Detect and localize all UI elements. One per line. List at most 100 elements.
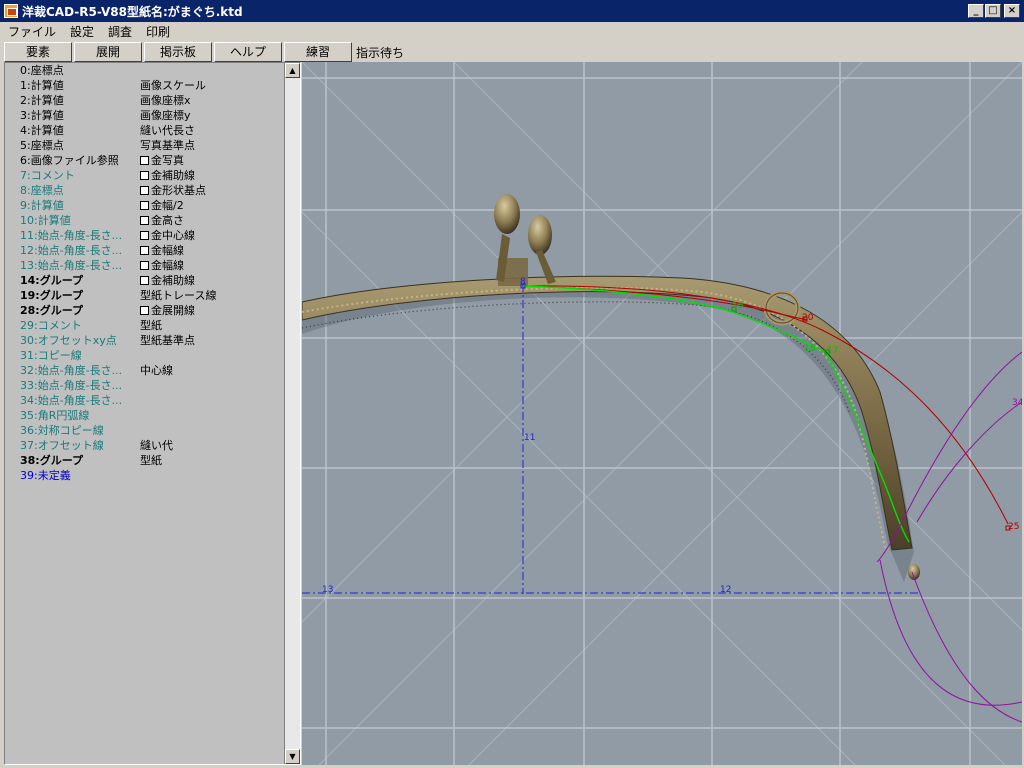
board-button[interactable]: 掲示板 (144, 42, 212, 62)
tree-row-label: 39:未定義 (20, 469, 71, 482)
tree-row-detail: 縫い代長さ (140, 123, 195, 138)
drawing-canvas[interactable]: 8 11 12 13 16 17 18 20 25 34 (302, 62, 1022, 765)
tree-row-label: 4:計算値 (20, 124, 64, 137)
tree-row[interactable]: 5:座標点 写真基準点 (5, 138, 286, 153)
tree-row-label: 29:コメント (20, 319, 82, 332)
tree-row[interactable]: 30:オフセットxy点 型紙基準点 (5, 333, 286, 348)
tree-row-detail-text: 縫い代長さ (140, 124, 195, 137)
tree-row-detail: 縫い代 (140, 438, 173, 453)
menu-settings[interactable]: 設定 (62, 23, 100, 40)
window-controls: _ □ × (968, 4, 1020, 18)
clasp-knob-left (494, 194, 520, 234)
clasp-knob-right (528, 215, 552, 255)
elements-button[interactable]: 要素 (4, 42, 72, 62)
visibility-checkbox[interactable] (140, 261, 149, 270)
help-button[interactable]: ヘルプ (214, 42, 282, 62)
tree-row-label: 31:コピー線 (20, 349, 82, 362)
tree-row[interactable]: 0:座標点 (5, 63, 286, 78)
tree-row[interactable]: 34:始点-角度-長さ... (5, 393, 286, 408)
tree-row[interactable]: 35:角R円弧線 (5, 408, 286, 423)
maximize-button[interactable]: □ (985, 4, 1001, 18)
visibility-checkbox[interactable] (140, 216, 149, 225)
close-button[interactable]: × (1004, 4, 1020, 18)
visibility-checkbox[interactable] (140, 156, 149, 165)
visibility-checkbox[interactable] (140, 246, 149, 255)
tree-row-label: 6:画像ファイル参照 (20, 154, 119, 167)
expand-button[interactable]: 展開 (74, 42, 142, 62)
tree-row[interactable]: 10:計算値 金高さ (5, 213, 286, 228)
tree-row-detail-text: 金補助線 (151, 274, 195, 287)
tree-row[interactable]: 28:グループ 金展開線 (5, 303, 286, 318)
tree-row-detail-text: 画像スケール (140, 79, 206, 92)
tree-row-detail-text: 中心線 (140, 364, 173, 377)
tree-row[interactable]: 32:始点-角度-長さ... 中心線 (5, 363, 286, 378)
tree-row-label: 1:計算値 (20, 79, 64, 92)
canvas-svg[interactable]: 8 11 12 13 16 17 18 20 25 34 (302, 62, 1022, 765)
tree-row-label: 36:対称コピー線 (20, 424, 104, 437)
tree-row[interactable]: 11:始点-角度-長さ... 金中心線 (5, 228, 286, 243)
tree-row-label: 7:コメント (20, 169, 75, 182)
tree-row-detail: 型紙基準点 (140, 333, 195, 348)
tree-row[interactable]: 4:計算値 縫い代長さ (5, 123, 286, 138)
visibility-checkbox[interactable] (140, 201, 149, 210)
tree-row-label: 34:始点-角度-長さ... (20, 394, 123, 407)
tree-scrollbar[interactable]: ▲ ▼ (284, 63, 300, 764)
tree-row-detail: 型紙 (140, 318, 162, 333)
tree-row[interactable]: 3:計算値 画像座標y (5, 108, 286, 123)
tree-row[interactable]: 33:始点-角度-長さ... (5, 378, 286, 393)
tree-row-detail-text: 金写真 (151, 154, 184, 167)
title-bar[interactable]: 洋裁CAD-R5-V88型紙名:がまぐち.ktd _ □ × (0, 0, 1024, 22)
tree-row[interactable]: 36:対称コピー線 (5, 423, 286, 438)
tree-row-detail: 画像スケール (140, 78, 206, 93)
tree-row-detail: 型紙 (140, 453, 162, 468)
label-20: 20 (802, 313, 814, 323)
label-34: 34 (1012, 398, 1022, 408)
scroll-up-button[interactable]: ▲ (285, 63, 300, 78)
tree-row[interactable]: 9:計算値 金幅/2 (5, 198, 286, 213)
tree-row-detail-text: 型紙 (140, 319, 162, 332)
tree-row-detail: 写真基準点 (140, 138, 195, 153)
tree-row[interactable]: 38:グループ 型紙 (5, 453, 286, 468)
app-icon[interactable] (4, 4, 18, 18)
tree-row[interactable]: 1:計算値 画像スケール (5, 78, 286, 93)
label-13: 13 (322, 585, 333, 595)
minimize-button[interactable]: _ (968, 4, 984, 18)
tree-row[interactable]: 7:コメント 金補助線 (5, 168, 286, 183)
menu-file[interactable]: ファイル (0, 23, 62, 40)
tree-row-label: 37:オフセット線 (20, 439, 104, 452)
tree-row[interactable]: 29:コメント 型紙 (5, 318, 286, 333)
tree-row-label: 8:座標点 (20, 184, 64, 197)
tree-row-label: 13:始点-角度-長さ... (20, 259, 123, 272)
tree-row-label: 0:座標点 (20, 64, 64, 77)
tree-row[interactable]: 19:グループ 型紙トレース線 (5, 288, 286, 303)
tree-row-detail-text: 金中心線 (151, 229, 195, 242)
visibility-checkbox[interactable] (140, 171, 149, 180)
visibility-checkbox[interactable] (140, 186, 149, 195)
tree-row-detail: 金高さ (140, 213, 184, 228)
tree-row[interactable]: 13:始点-角度-長さ... 金幅線 (5, 258, 286, 273)
visibility-checkbox[interactable] (140, 306, 149, 315)
tree-row-label: 33:始点-角度-長さ... (20, 379, 123, 392)
tree-row-detail-text: 写真基準点 (140, 139, 195, 152)
menu-print[interactable]: 印刷 (138, 23, 176, 40)
tree-row[interactable]: 12:始点-角度-長さ... 金幅線 (5, 243, 286, 258)
tree-row-detail: 中心線 (140, 363, 173, 378)
tree-row[interactable]: 8:座標点 金形状基点 (5, 183, 286, 198)
tree-row-label: 38:グループ (20, 454, 84, 467)
practice-button[interactable]: 練習 (284, 42, 352, 62)
visibility-checkbox[interactable] (140, 231, 149, 240)
label-25: 25 (1008, 522, 1019, 532)
tree-row-detail-text: 金幅/2 (151, 199, 184, 212)
menu-inspect[interactable]: 調査 (100, 23, 138, 40)
tree-row[interactable]: 6:画像ファイル参照 金写真 (5, 153, 286, 168)
tree-row[interactable]: 14:グループ 金補助線 (5, 273, 286, 288)
visibility-checkbox[interactable] (140, 276, 149, 285)
tree-row[interactable]: 2:計算値 画像座標x (5, 93, 286, 108)
tree-row[interactable]: 31:コピー線 (5, 348, 286, 363)
tree-row[interactable]: 39:未定義 (5, 468, 286, 483)
tree-row-detail-text: 金展開線 (151, 304, 195, 317)
tree-row-detail: 型紙トレース線 (140, 288, 216, 303)
tree-row[interactable]: 37:オフセット線 縫い代 (5, 438, 286, 453)
scroll-down-button[interactable]: ▼ (285, 749, 300, 764)
tree-row-label: 14:グループ (20, 274, 84, 287)
